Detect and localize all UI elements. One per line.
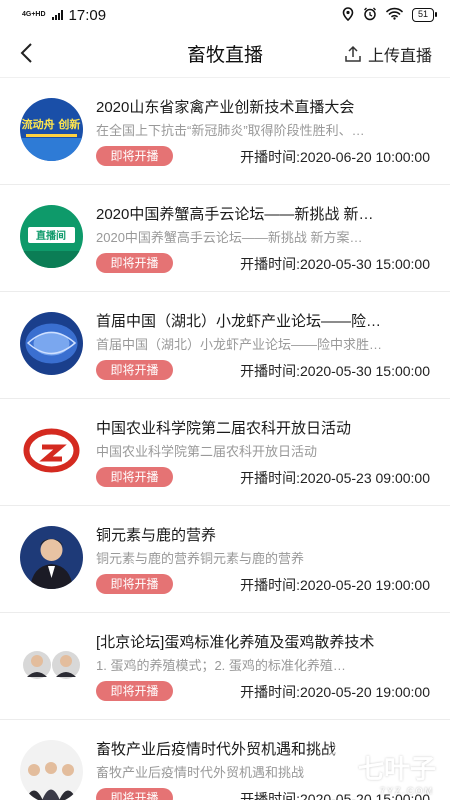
- start-time-value: 2020-05-23 09:00:00: [300, 470, 430, 486]
- start-time-value: 2020-06-20 10:00:00: [300, 149, 430, 165]
- network-type: 4G+HD: [22, 11, 46, 18]
- live-list: 流动舟 创新 2020山东省家禽产业创新技术直播大会 在全国上下抗击“新冠肺炎”…: [0, 78, 450, 800]
- start-time-label: 开播时间:: [240, 149, 300, 165]
- upload-icon: [345, 45, 361, 62]
- status-badge: 即将开播: [96, 146, 173, 166]
- item-desc: 中国农业科学院第二届农科开放日活动: [96, 444, 318, 459]
- item-desc: 2020中国养蟹高手云论坛——新挑战 新方案…: [96, 230, 363, 245]
- thumbnail: [20, 419, 83, 482]
- thumbnail-text: 直播间: [36, 229, 66, 242]
- start-time-value: 2020-05-20 19:00:00: [300, 684, 430, 700]
- nav-bar: 畜牧直播 上传直播: [0, 30, 450, 78]
- upload-live-button[interactable]: 上传直播: [344, 42, 432, 66]
- start-time-value: 2020-05-20 19:00:00: [300, 577, 430, 593]
- status-time: 17:09: [68, 6, 107, 24]
- start-time-label: 开播时间:: [240, 684, 300, 700]
- status-badge: 即将开播: [96, 253, 173, 273]
- status-badge: 即将开播: [96, 467, 173, 487]
- item-desc: 1. 蛋鸡的养殖模式；2. 蛋鸡的标准化养殖…: [96, 658, 346, 673]
- leaf-icon: [320, 751, 354, 784]
- status-badge: 即将开播: [96, 574, 173, 594]
- alarm-icon: [363, 7, 377, 24]
- back-button[interactable]: [14, 40, 38, 66]
- status-badge: 即将开播: [96, 360, 173, 380]
- status-badge: 即将开播: [96, 788, 173, 800]
- start-time: 开播时间:2020-05-30 15:00:00: [240, 254, 430, 274]
- thumbnail: [20, 312, 83, 375]
- upload-live-label: 上传直播: [367, 48, 432, 65]
- thumbnail: [20, 633, 83, 696]
- start-time: 开播时间:2020-05-23 09:00:00: [240, 468, 430, 488]
- thumbnail: [20, 526, 83, 589]
- page-title: 畜牧直播: [186, 45, 263, 66]
- item-title: 2020中国养蟹高手云论坛——新挑战 新…: [96, 206, 374, 223]
- watermark-text: 七叶子: [357, 754, 436, 784]
- status-badge: 即将开播: [96, 681, 173, 701]
- start-time-value: 2020-05-30 15:00:00: [300, 363, 430, 379]
- start-time-label: 开播时间:: [240, 470, 300, 486]
- location-icon: [342, 6, 354, 24]
- wifi-icon: [386, 7, 403, 23]
- thumbnail-text: 流动舟 创新: [22, 117, 81, 131]
- thumbnail: 直播间: [20, 205, 83, 268]
- start-time: 开播时间:2020-05-20 19:00:00: [240, 575, 430, 595]
- item-title: 首届中国（湖北）小龙虾产业论坛——险…: [96, 313, 382, 330]
- battery-icon: 51: [411, 8, 438, 22]
- start-time: 开播时间:2020-05-30 15:00:00: [240, 361, 430, 381]
- list-item[interactable]: 直播间 2020中国养蟹高手云论坛——新挑战 新… 2020中国养蟹高手云论坛—…: [0, 185, 450, 292]
- item-desc: 铜元素与鹿的营养铜元素与鹿的营养: [96, 551, 305, 566]
- status-right: 51: [342, 6, 438, 24]
- item-title: [北京论坛]蛋鸡标准化养殖及蛋鸡散养技术: [96, 634, 375, 651]
- item-desc: 在全国上下抗击“新冠肺炎”取得阶段性胜利、…: [96, 123, 365, 138]
- start-time-label: 开播时间:: [240, 256, 300, 272]
- status-left: 4G+HD 17:09: [22, 7, 106, 24]
- item-desc: 首届中国（湖北）小龙虾产业论坛——险中求胜…: [96, 337, 383, 352]
- signal-icon: [51, 10, 63, 20]
- item-title: 中国农业科学院第二届农科开放日活动: [96, 420, 352, 437]
- start-time-label: 开播时间:: [240, 791, 300, 800]
- start-time: 开播时间:2020-05-20 19:00:00: [240, 682, 430, 702]
- watermark-logo: 七叶子: [320, 749, 436, 786]
- list-item[interactable]: [北京论坛]蛋鸡标准化养殖及蛋鸡散养技术 1. 蛋鸡的养殖模式；2. 蛋鸡的标准…: [0, 613, 450, 720]
- watermark-sub: 7YZ.COM: [379, 786, 434, 796]
- list-item[interactable]: 首届中国（湖北）小龙虾产业论坛——险… 首届中国（湖北）小龙虾产业论坛——险中求…: [0, 292, 450, 399]
- item-title: 2020山东省家禽产业创新技术直播大会: [96, 99, 355, 116]
- list-item[interactable]: 铜元素与鹿的营养 铜元素与鹿的营养铜元素与鹿的营养 即将开播 开播时间:2020…: [0, 506, 450, 613]
- thumbnail: [20, 740, 83, 800]
- item-title: 铜元素与鹿的营养: [96, 527, 217, 544]
- thumbnail: 流动舟 创新: [20, 98, 83, 161]
- list-item[interactable]: 中国农业科学院第二届农科开放日活动 中国农业科学院第二届农科开放日活动 即将开播…: [0, 399, 450, 506]
- start-time-value: 2020-05-30 15:00:00: [300, 256, 430, 272]
- start-time-label: 开播时间:: [240, 363, 300, 379]
- start-time-label: 开播时间:: [240, 577, 300, 593]
- list-item[interactable]: 流动舟 创新 2020山东省家禽产业创新技术直播大会 在全国上下抗击“新冠肺炎”…: [0, 78, 450, 185]
- chevron-left-icon: [20, 43, 32, 63]
- start-time: 开播时间:2020-06-20 10:00:00: [240, 147, 430, 167]
- status-bar: 4G+HD 17:09 51: [0, 0, 450, 30]
